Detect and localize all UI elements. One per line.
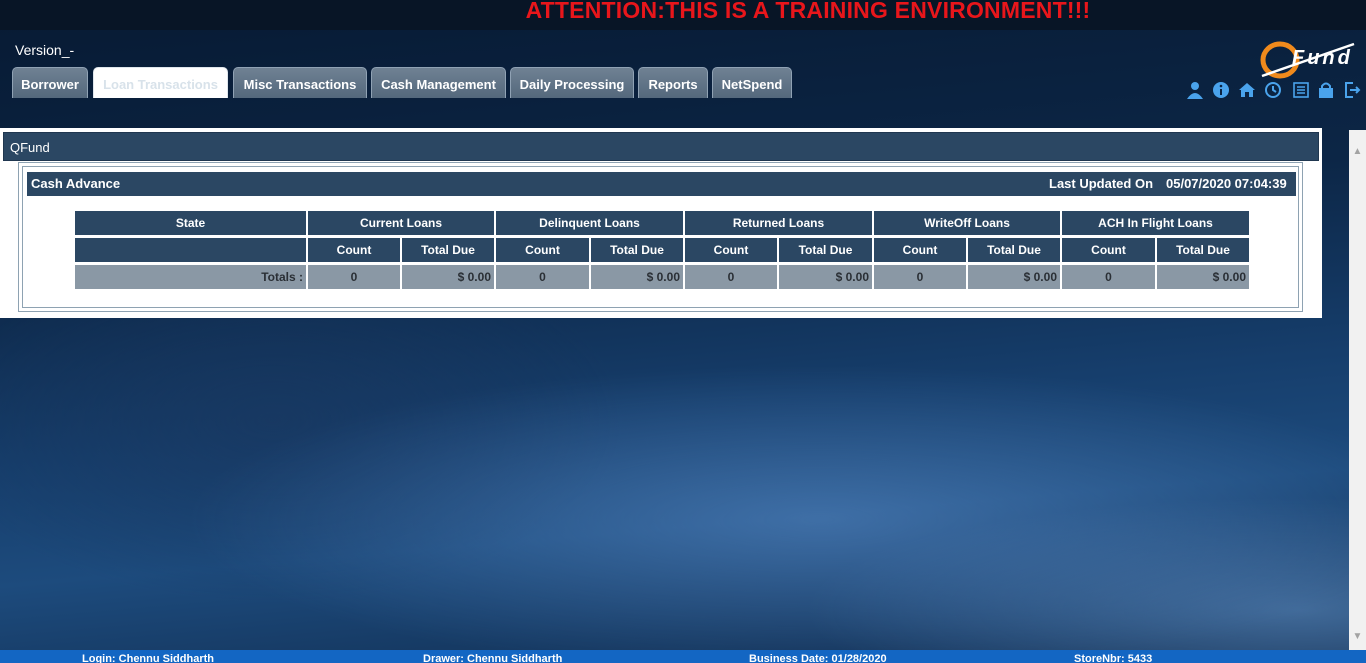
main-panel: QFund Cash Advance Last Updated On 05/07… [0,128,1322,318]
tab-misc-transactions[interactable]: Misc Transactions [233,67,367,98]
totals-ach-count: 0 [1062,265,1155,289]
column-header-current-loans: Current Loans [308,211,494,235]
panel-title: QFund [3,132,1319,161]
vertical-scrollbar[interactable]: ▲ ▼ [1349,130,1366,650]
totals-delinquent-count: 0 [496,265,589,289]
totals-delinquent-due: $ 0.00 [591,265,683,289]
last-updated-label: Last Updated On [1049,176,1154,191]
tab-cash-management[interactable]: Cash Management [371,67,506,98]
login-status: Login: Chennu Siddharth [82,653,214,663]
column-header-total-due: Total Due [402,238,494,262]
tab-loan-transactions[interactable]: Loan Transactions [93,67,228,98]
svg-text:Fund: Fund [1292,47,1353,69]
totals-current-count: 0 [308,265,400,289]
training-banner: ATTENTION:THIS IS A TRAINING ENVIRONMENT… [525,0,1091,23]
version-label: Version_- [15,42,75,58]
column-header-state: State [75,211,306,235]
column-header-count: Count [685,238,777,262]
column-header-total-due: Total Due [1157,238,1249,262]
business-date-status: Business Date: 01/28/2020 [749,653,887,663]
scroll-up-icon[interactable]: ▲ [1349,143,1366,160]
column-header-total-due: Total Due [968,238,1060,262]
totals-returned-count: 0 [685,265,777,289]
totals-returned-due: $ 0.00 [779,265,872,289]
info-icon[interactable] [1212,81,1230,99]
tab-netspend[interactable]: NetSpend [712,67,792,98]
user-icon[interactable] [1186,81,1204,99]
column-header-count: Count [1062,238,1155,262]
status-bar: Login: Chennu Siddharth Drawer: Chennu S… [0,650,1366,663]
cash-advance-box: Cash Advance Last Updated On 05/07/2020 … [18,162,1303,312]
column-header-delinquent-loans: Delinquent Loans [496,211,683,235]
column-header-ach-in-flight-loans: ACH In Flight Loans [1062,211,1249,235]
cash-advance-header: Cash Advance Last Updated On 05/07/2020 … [27,172,1296,196]
column-header-count: Count [496,238,589,262]
totals-ach-due: $ 0.00 [1157,265,1249,289]
home-icon[interactable] [1238,81,1256,99]
store-number-status: StoreNbr: 5433 [1074,653,1153,663]
section-title: Cash Advance [31,176,121,191]
column-header-count: Count [308,238,400,262]
column-header-total-due: Total Due [591,238,683,262]
column-header-state-blank [75,238,306,262]
tab-daily-processing[interactable]: Daily Processing [510,67,634,98]
column-header-total-due: Total Due [779,238,872,262]
lock-icon[interactable] [1317,81,1335,99]
list-icon[interactable] [1292,81,1310,99]
scroll-down-icon[interactable]: ▼ [1349,628,1366,645]
tab-reports[interactable]: Reports [638,67,708,98]
totals-current-due: $ 0.00 [402,265,494,289]
column-header-count: Count [874,238,966,262]
logout-icon[interactable] [1343,81,1361,99]
column-header-writeoff-loans: WriteOff Loans [874,211,1060,235]
totals-label: Totals : [75,265,306,289]
qfund-logo: Fund [1260,41,1355,79]
totals-writeoff-count: 0 [874,265,966,289]
tab-borrower[interactable]: Borrower [12,67,88,98]
totals-writeoff-due: $ 0.00 [968,265,1060,289]
clock-icon[interactable] [1264,81,1282,99]
drawer-status: Drawer: Chennu Siddharth [423,653,563,663]
last-updated-value: 05/07/2020 07:04:39 [1166,176,1287,191]
column-header-returned-loans: Returned Loans [685,211,872,235]
